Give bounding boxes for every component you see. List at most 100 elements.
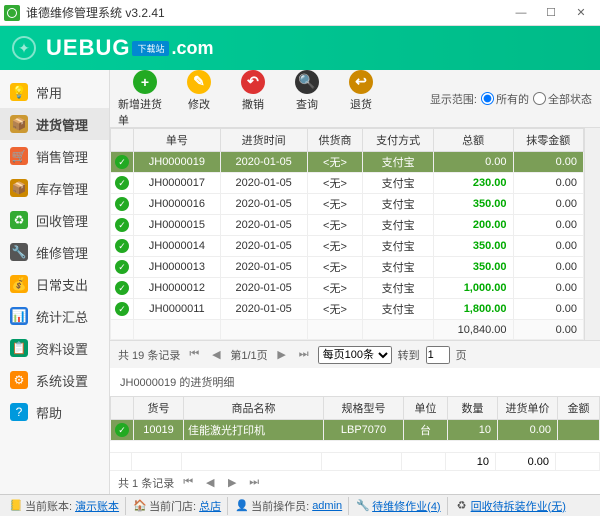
titlebar: 谁德维修管理系统 v3.2.41 — ☐ ✕ [0,0,600,26]
col-header[interactable]: 金额 [558,397,600,420]
sidebar-item-9[interactable]: ⚙ 系统设置 [0,364,109,396]
sidebar-icon: 📦 [10,115,28,133]
sidebar-item-label: 维修管理 [36,243,88,262]
totals-row: 10,840.000.00 [111,320,584,340]
col-header[interactable]: 数量 [448,397,498,420]
toolbar-icon: 🔍 [295,70,319,94]
detail-pager: 共 1 条记录 ⏮ ◀ ▶ ⏭ [110,470,600,494]
window-title: 谁德维修管理系统 v3.2.41 [26,4,506,21]
logo-tag: 下载站 [132,41,169,56]
sidebar-item-10[interactable]: ? 帮助 [0,396,109,428]
col-header[interactable]: 支付方式 [363,129,433,152]
sidebar-item-label: 常用 [36,83,62,102]
last-page-button[interactable]: ⏭ [296,347,312,363]
sidebar-item-label: 系统设置 [36,371,88,390]
toolbar-label: 修改 [188,96,210,112]
sidebar-item-label: 进货管理 [36,115,88,134]
sidebar-icon: 🔧 [10,243,28,261]
filter: 显示范围: 所有的 全部状态 [430,91,592,107]
toolbar-button-1[interactable]: ✎修改 [172,70,226,128]
sidebar-item-5[interactable]: 🔧 维修管理 [0,236,109,268]
sidebar-item-0[interactable]: 💡常用 [0,76,109,108]
detail-last-button[interactable]: ⏭ [246,475,262,491]
maximize-button[interactable]: ☐ [536,3,566,23]
sidebar-item-8[interactable]: 📋资料设置 [0,332,109,364]
table-row[interactable]: ✓JH00000152020-01-05<无>支付宝200.000.00 [111,215,584,236]
col-header[interactable]: 抹零金额 [513,129,583,152]
sidebar-item-4[interactable]: ♻ 回收管理 [0,204,109,236]
filter-status[interactable]: 全部状态 [533,91,592,107]
banner: UEBUG 下载站 .com [0,26,600,70]
filter-label: 显示范围: [430,91,477,107]
sidebar-item-label: 帮助 [36,403,62,422]
goto-input[interactable] [426,346,450,364]
sidebar-item-label: 库存管理 [36,179,88,198]
minimize-button[interactable]: — [506,3,536,23]
sidebar-icon: ? [10,403,28,421]
check-icon: ✓ [115,197,129,211]
gear-icon [12,36,36,60]
detail-title: JH0000019 的进货明细 [110,368,600,396]
store-link[interactable]: 总店 [199,498,221,514]
first-page-button[interactable]: ⏮ [186,347,202,363]
table-row[interactable]: ✓10019佳能激光打印机LBP7070台100.00 [111,420,600,441]
col-header[interactable]: 商品名称 [184,397,324,420]
col-header[interactable]: 进货时间 [220,129,307,152]
toolbar-icon: + [133,70,157,94]
sidebar-icon: 📊 [10,307,28,325]
next-page-button[interactable]: ▶ [274,347,290,363]
table-row[interactable]: ✓JH00000172020-01-05<无>支付宝230.000.00 [111,173,584,194]
table-row[interactable]: ✓JH00000192020-01-05<无>支付宝0.000.00 [111,152,584,173]
detail-grid[interactable]: 货号商品名称规格型号单位数量进货单价金额 ✓10019佳能激光打印机LBP707… [110,396,600,441]
table-row[interactable]: ✓JH00000122020-01-05<无>支付宝1,000.000.00 [111,278,584,299]
user-link[interactable]: admin [312,500,342,512]
table-row[interactable]: ✓JH00000112020-01-05<无>支付宝1,800.000.00 [111,299,584,320]
table-row[interactable]: ✓JH00000142020-01-05<无>支付宝350.000.00 [111,236,584,257]
col-header[interactable]: 供货商 [307,129,363,152]
app-icon [4,5,20,21]
user-icon: 👤 [236,500,248,512]
account-link[interactable]: 演示账本 [75,498,119,514]
logo-com: .com [171,38,213,59]
status-recycle[interactable]: ♻ 回收待拆装作业(无) [450,497,572,515]
sidebar-item-6[interactable]: 💰日常支出 [0,268,109,300]
vertical-scrollbar[interactable] [584,128,600,340]
check-icon: ✓ [115,423,129,437]
toolbar-button-4[interactable]: ↩退货 [334,70,388,128]
col-header[interactable]: 规格型号 [324,397,404,420]
sidebar-item-2[interactable]: 🛒销售管理 [0,140,109,172]
sidebar-icon: ⚙ [10,371,28,389]
filter-all[interactable]: 所有的 [481,91,529,107]
col-header[interactable]: 进货单价 [498,397,558,420]
table-row[interactable]: ✓JH00000162020-01-05<无>支付宝350.000.00 [111,194,584,215]
page-size-select[interactable]: 每页100条 [318,346,392,364]
detail-next-button[interactable]: ▶ [224,475,240,491]
col-header[interactable]: 总额 [433,129,513,152]
col-header[interactable]: 货号 [134,397,184,420]
status-repair[interactable]: 🔧 待维修作业(4) [351,497,447,515]
col-header[interactable]: 单位 [404,397,448,420]
main-grid[interactable]: 单号进货时间供货商支付方式总额抹零金额 ✓JH00000192020-01-05… [110,128,584,340]
check-icon: ✓ [115,218,129,232]
col-header[interactable]: 单号 [134,129,221,152]
toolbar: +新增进货单✎修改↶撒销🔍查询↩退货 显示范围: 所有的 全部状态 [110,70,600,128]
page-indicator: 第1/1页 [230,347,267,363]
sidebar-item-1[interactable]: 📦 进货管理 [0,108,109,140]
close-button[interactable]: ✕ [566,3,596,23]
table-row[interactable]: ✓JH00000132020-01-05<无>支付宝350.000.00 [111,257,584,278]
toolbar-button-3[interactable]: 🔍查询 [280,70,334,128]
detail-first-button[interactable]: ⏮ [180,475,196,491]
toolbar-button-2[interactable]: ↶撒销 [226,70,280,128]
col-header[interactable] [111,129,134,152]
check-icon: ✓ [115,155,129,169]
sidebar-item-label: 回收管理 [36,211,88,230]
sidebar-item-3[interactable]: 📦库存管理 [0,172,109,204]
prev-page-button[interactable]: ◀ [208,347,224,363]
detail-prev-button[interactable]: ◀ [202,475,218,491]
recycle-icon: ♻ [456,500,468,512]
sidebar-icon: ♻ [10,211,28,229]
sidebar-item-7[interactable]: 📊统计汇总 [0,300,109,332]
toolbar-button-0[interactable]: +新增进货单 [118,70,172,128]
status-user: 👤 当前操作员:admin [230,497,349,515]
col-header[interactable] [111,397,134,420]
